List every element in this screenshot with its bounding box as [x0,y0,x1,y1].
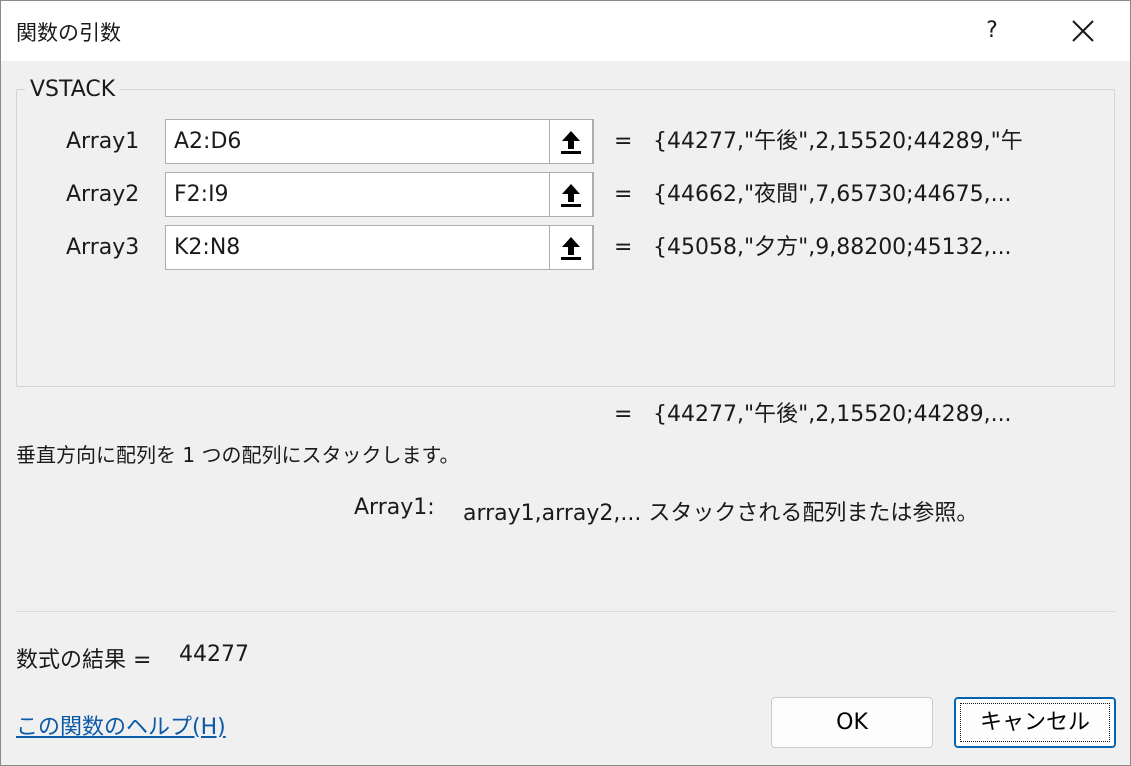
array2-collapse-button[interactable] [549,172,593,217]
function-help-link[interactable]: この関数のヘルプ(H) [16,709,226,741]
formula-result-value: 44277 [179,642,249,667]
dialog-title: 関数の引数 [16,21,121,45]
argument-help-text: array1,array2,... スタックされる配列または参照。 [463,501,979,526]
divider [16,611,1115,612]
cancel-button-label: キャンセル [979,710,1090,735]
array2-equals: = [614,182,633,207]
up-arrow-icon [561,184,581,207]
up-arrow-icon [561,131,581,154]
array2-input[interactable]: F2:I9 [165,172,594,217]
array1-value: {44277,"午後",2,15520;44289,"午 [653,129,1023,154]
title-bar: 関数の引数 ? [1,1,1130,61]
array1-equals: = [614,129,633,154]
argument-help-name: Array1: [354,495,435,520]
up-arrow-icon [561,237,581,260]
array3-input[interactable]: K2:N8 [165,225,594,270]
array3-value: {45058,"夕方",9,88200;45132,... [653,235,1012,260]
cancel-button[interactable]: キャンセル [954,697,1116,748]
overall-equals: = [614,402,633,427]
function-arguments-dialog: 関数の引数 ? VSTACK Array1 A2:D6 = {44277,"午後… [0,0,1131,766]
array3-label: Array3 [66,235,140,260]
ok-button[interactable]: OK [771,697,933,748]
array3-collapse-button[interactable] [549,225,593,270]
function-description: 垂直方向に配列を 1 つの配列にスタックします。 [16,443,460,467]
close-icon [1072,20,1094,42]
array1-input[interactable]: A2:D6 [165,119,594,164]
array1-label: Array1 [66,129,140,154]
array1-collapse-button[interactable] [549,119,593,164]
close-button[interactable] [1059,9,1105,53]
array2-label: Array2 [66,182,140,207]
array2-value: {44662,"夜間",7,65730;44675,... [653,182,1012,207]
overall-value: {44277,"午後",2,15520;44289,... [653,402,1012,427]
help-button[interactable]: ? [969,9,1015,53]
formula-result-label: 数式の結果 = [16,648,152,673]
array3-equals: = [614,235,633,260]
function-name: VSTACK [25,77,121,102]
